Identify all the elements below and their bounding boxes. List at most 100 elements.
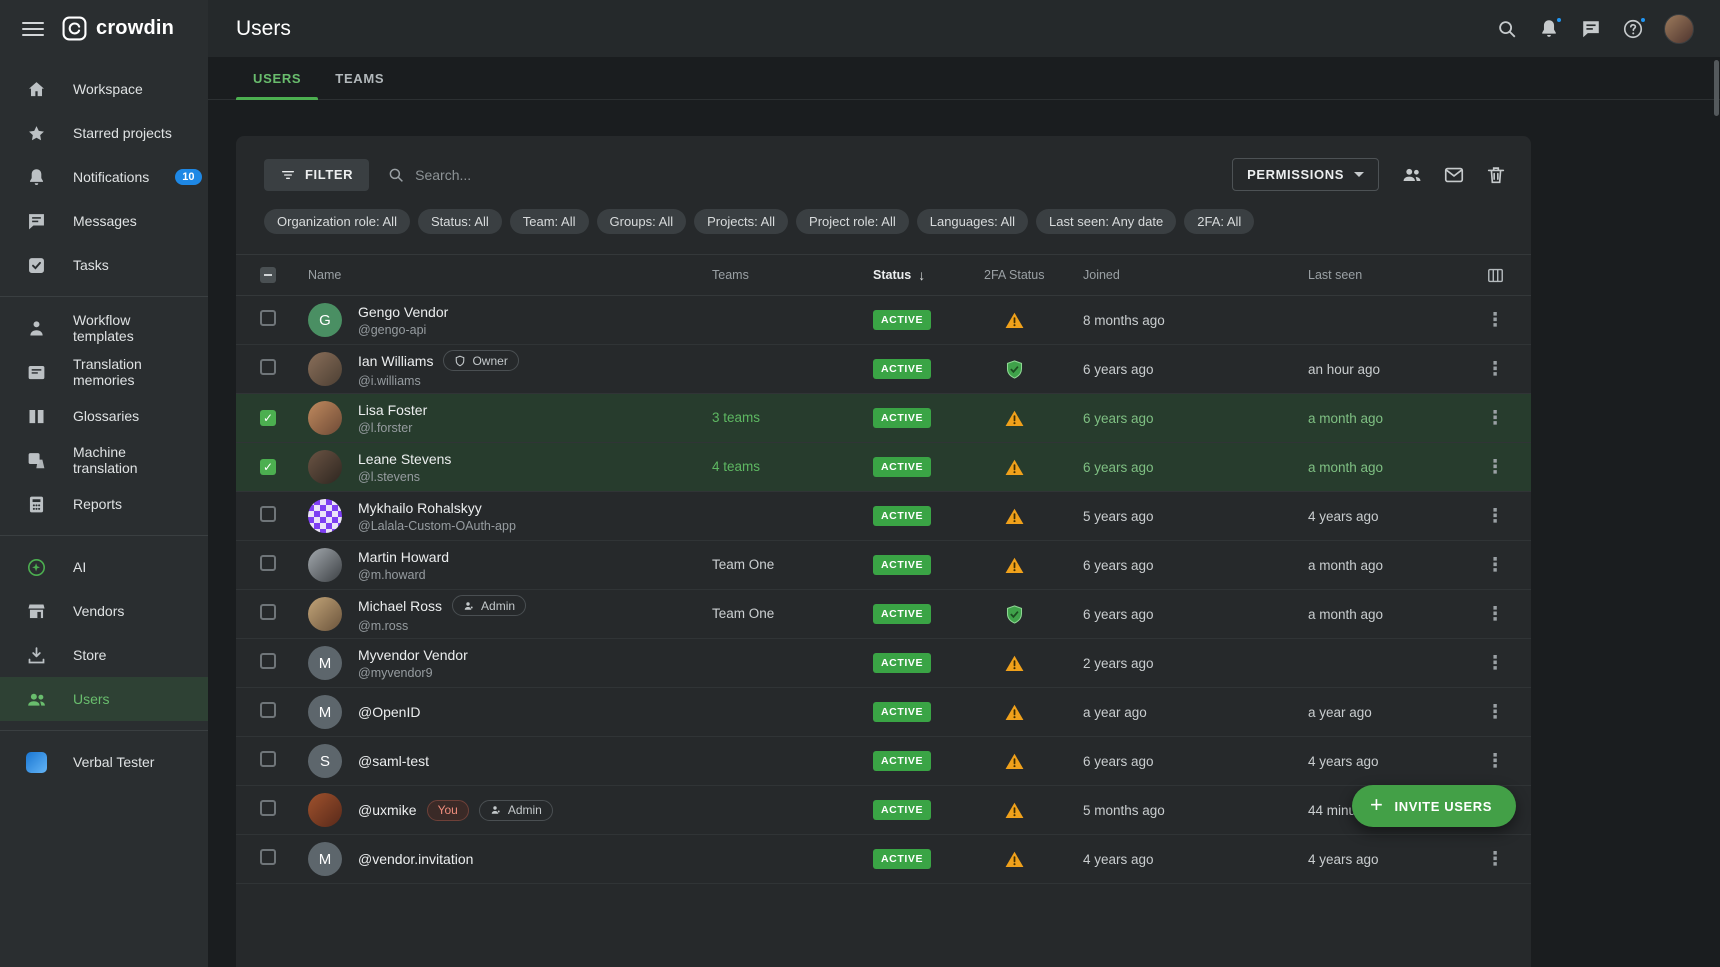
- notifications-bell-icon[interactable]: [1538, 18, 1560, 40]
- tm-icon: [26, 362, 47, 383]
- row-checkbox[interactable]: [260, 410, 276, 426]
- sidebar-item-notifications[interactable]: Notifications10: [0, 155, 208, 199]
- help-icon[interactable]: [1622, 18, 1644, 40]
- table-row[interactable]: Michael RossAdmin@m.rossTeam OneACTIVE6 …: [236, 590, 1531, 639]
- row-checkbox[interactable]: [260, 310, 276, 326]
- row-checkbox[interactable]: [260, 506, 276, 522]
- email-icon[interactable]: [1443, 164, 1465, 186]
- user-name[interactable]: @uxmike: [358, 802, 417, 818]
- manage-groups-icon[interactable]: [1401, 164, 1423, 186]
- row-menu-button[interactable]: ⋮: [1480, 405, 1511, 432]
- filter-chip[interactable]: Team: All: [510, 209, 589, 234]
- messages-icon[interactable]: [1580, 18, 1602, 40]
- row-checkbox[interactable]: [260, 702, 276, 718]
- user-name[interactable]: @saml-test: [358, 753, 429, 769]
- row-checkbox[interactable]: [260, 604, 276, 620]
- user-name[interactable]: Martin Howard: [358, 549, 449, 565]
- row-menu-button[interactable]: ⋮: [1480, 699, 1511, 726]
- row-menu-button[interactable]: ⋮: [1480, 503, 1511, 530]
- user-name[interactable]: @vendor.invitation: [358, 851, 473, 867]
- row-checkbox[interactable]: [260, 459, 276, 475]
- sidebar-item-starred-projects[interactable]: Starred projects: [0, 111, 208, 155]
- sidebar-item-tasks[interactable]: Tasks: [0, 243, 208, 287]
- sidebar-item-reports[interactable]: Reports: [0, 482, 208, 526]
- row-checkbox[interactable]: [260, 653, 276, 669]
- column-header-lastseen[interactable]: Last seen: [1308, 268, 1475, 282]
- menu-hamburger-icon[interactable]: [22, 22, 44, 36]
- row-checkbox[interactable]: [260, 359, 276, 375]
- table-row[interactable]: Leane Stevens@l.stevens4 teamsACTIVE6 ye…: [236, 443, 1531, 492]
- select-all-checkbox[interactable]: [260, 267, 276, 283]
- column-settings-icon[interactable]: [1475, 266, 1515, 285]
- row-checkbox[interactable]: [260, 800, 276, 816]
- permissions-dropdown[interactable]: PERMISSIONS: [1232, 158, 1379, 191]
- row-menu-button[interactable]: ⋮: [1480, 748, 1511, 775]
- user-name[interactable]: Leane Stevens: [358, 451, 451, 467]
- search-icon[interactable]: [1496, 18, 1518, 40]
- crowdin-logo[interactable]: crowdin: [62, 16, 174, 41]
- user-name[interactable]: Michael Ross: [358, 598, 442, 614]
- user-name[interactable]: @OpenID: [358, 704, 420, 720]
- row-checkbox[interactable]: [260, 849, 276, 865]
- sidebar-item-store[interactable]: Store: [0, 633, 208, 677]
- user-name[interactable]: Lisa Foster: [358, 402, 427, 418]
- row-menu-button[interactable]: ⋮: [1480, 552, 1511, 579]
- table-row[interactable]: @uxmikeYouAdminACTIVE5 months ago44 minu…: [236, 786, 1531, 835]
- column-header-name[interactable]: Name: [308, 268, 712, 282]
- row-checkbox[interactable]: [260, 555, 276, 571]
- sidebar-item-glossaries[interactable]: Glossaries: [0, 394, 208, 438]
- filter-chip[interactable]: Organization role: All: [264, 209, 410, 234]
- sidebar-item-translation-memories[interactable]: Translation memories: [0, 350, 208, 394]
- user-avatar[interactable]: [1664, 14, 1694, 44]
- column-header-joined[interactable]: Joined: [1083, 268, 1308, 282]
- sidebar-item-ai[interactable]: AI: [0, 545, 208, 589]
- table-row[interactable]: Lisa Foster@l.forster3 teamsACTIVE6 year…: [236, 394, 1531, 443]
- row-menu-button[interactable]: ⋮: [1480, 454, 1511, 481]
- tab-teams[interactable]: TEAMS: [318, 57, 401, 99]
- sidebar-item-workspace[interactable]: Workspace: [0, 67, 208, 111]
- column-header-2fa[interactable]: 2FA Status: [984, 268, 1083, 282]
- delete-trash-icon[interactable]: [1485, 164, 1507, 186]
- sidebar-item-vendors[interactable]: Vendors: [0, 589, 208, 633]
- table-row[interactable]: M@vendor.invitationACTIVE4 years ago4 ye…: [236, 835, 1531, 884]
- table-row[interactable]: Ian WilliamsOwner@i.williamsACTIVE6 year…: [236, 345, 1531, 394]
- table-row[interactable]: M@OpenIDACTIVEa year agoa year ago⋮: [236, 688, 1531, 737]
- user-name[interactable]: Mykhailo Rohalskyy: [358, 500, 482, 516]
- tab-users[interactable]: USERS: [236, 57, 318, 99]
- filter-chip[interactable]: Project role: All: [796, 209, 909, 234]
- filter-chip[interactable]: Status: All: [418, 209, 502, 234]
- teams-value[interactable]: 3 teams: [712, 410, 760, 425]
- row-menu-button[interactable]: ⋮: [1480, 601, 1511, 628]
- table-row[interactable]: Mykhailo Rohalskyy@Lalala-Custom-OAuth-a…: [236, 492, 1531, 541]
- table-row[interactable]: GGengo Vendor@gengo-apiACTIVE8 months ag…: [236, 296, 1531, 345]
- page-scrollbar[interactable]: [1714, 60, 1719, 116]
- table-row[interactable]: S@saml-testACTIVE6 years ago4 years ago⋮: [236, 737, 1531, 786]
- filter-chip[interactable]: Projects: All: [694, 209, 788, 234]
- filter-chip[interactable]: Groups: All: [597, 209, 687, 234]
- filter-button[interactable]: FILTER: [264, 159, 369, 191]
- sidebar-item-users[interactable]: Users: [0, 677, 208, 721]
- column-header-status[interactable]: Status ↓: [873, 267, 984, 283]
- user-name[interactable]: Gengo Vendor: [358, 304, 448, 320]
- column-header-teams[interactable]: Teams: [712, 268, 873, 282]
- user-name[interactable]: Ian Williams: [358, 353, 433, 369]
- sidebar-item-workflow-templates[interactable]: Workflow templates: [0, 306, 208, 350]
- table-row[interactable]: Martin Howard@m.howardTeam OneACTIVE6 ye…: [236, 541, 1531, 590]
- row-menu-button[interactable]: ⋮: [1480, 356, 1511, 383]
- mt-icon: [26, 450, 47, 471]
- user-name[interactable]: Myvendor Vendor: [358, 647, 468, 663]
- invite-users-button[interactable]: + INVITE USERS: [1352, 785, 1516, 827]
- sidebar-item-messages[interactable]: Messages: [0, 199, 208, 243]
- filter-chip[interactable]: Languages: All: [917, 209, 1028, 234]
- search-input[interactable]: [415, 167, 735, 183]
- sidebar-item-verbal-tester[interactable]: Verbal Tester: [0, 740, 208, 784]
- table-row[interactable]: MMyvendor Vendor@myvendor9ACTIVE2 years …: [236, 639, 1531, 688]
- teams-value[interactable]: 4 teams: [712, 459, 760, 474]
- filter-chip[interactable]: 2FA: All: [1184, 209, 1254, 234]
- row-menu-button[interactable]: ⋮: [1480, 307, 1511, 334]
- row-menu-button[interactable]: ⋮: [1480, 846, 1511, 873]
- filter-chip[interactable]: Last seen: Any date: [1036, 209, 1176, 234]
- sidebar-item-machine-translation[interactable]: Machine translation: [0, 438, 208, 482]
- row-checkbox[interactable]: [260, 751, 276, 767]
- row-menu-button[interactable]: ⋮: [1480, 650, 1511, 677]
